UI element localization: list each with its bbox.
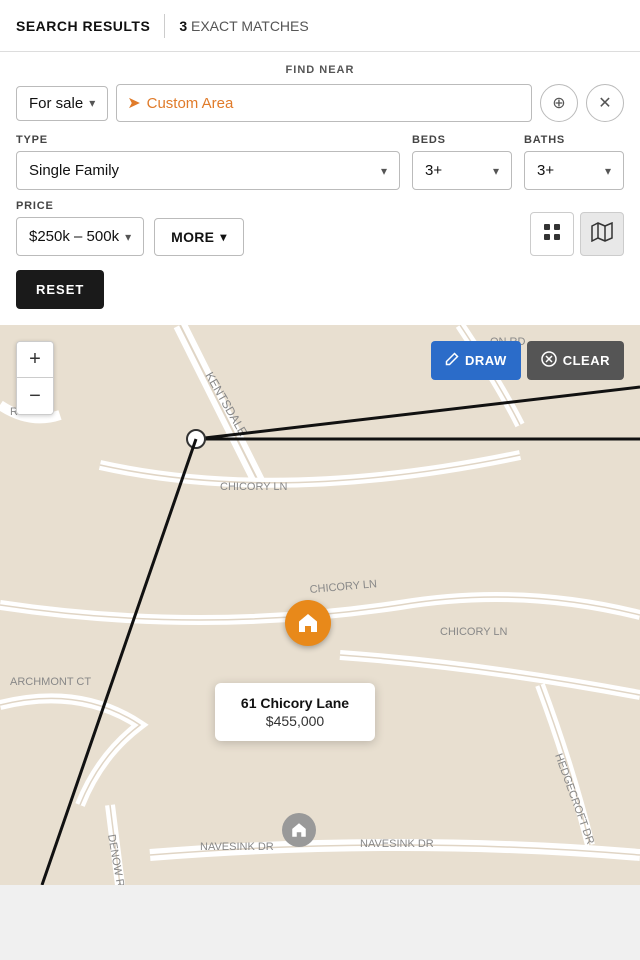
grid-icon: [542, 222, 562, 247]
chevron-down-icon: ▾: [381, 164, 387, 178]
x-circle-icon: [541, 351, 557, 370]
find-near-label: FIND NEAR: [16, 64, 624, 76]
chevron-down-icon: ▾: [125, 230, 131, 244]
price-label: PRICE: [16, 200, 144, 212]
navigation-icon: ➤: [127, 93, 140, 113]
home-icon-bottom[interactable]: [282, 813, 316, 847]
popup-price: $455,000: [231, 713, 359, 729]
baths-dropdown[interactable]: 3+ ▾: [524, 151, 624, 190]
more-filters-button[interactable]: MORE ▾: [154, 218, 244, 256]
price-more-row: PRICE $250k – 500k ▾ MORE ▾: [16, 200, 624, 256]
filters-panel: FIND NEAR For sale ▾ ➤ Custom Area ⊕ ✕ T…: [0, 52, 640, 325]
svg-text:ARCHMONT CT: ARCHMONT CT: [10, 676, 91, 688]
custom-area-button[interactable]: ➤ Custom Area: [116, 84, 532, 122]
pencil-icon: [445, 352, 459, 369]
map-view-button[interactable]: [580, 212, 624, 256]
chevron-down-icon: ▾: [493, 164, 499, 178]
sale-type-dropdown[interactable]: For sale ▾: [16, 86, 108, 121]
zoom-out-button[interactable]: −: [17, 378, 53, 414]
close-area-button[interactable]: ✕: [586, 84, 624, 122]
svg-text:CHICORY LN: CHICORY LN: [440, 626, 508, 638]
header-divider: [164, 14, 165, 38]
price-filter-group: PRICE $250k – 500k ▾: [16, 200, 144, 256]
svg-text:NAVESINK DR: NAVESINK DR: [360, 838, 434, 850]
map-draw-actions: DRAW CLEAR: [431, 341, 624, 380]
baths-filter-group: BATHS 3+ ▾: [524, 134, 624, 190]
clear-button[interactable]: CLEAR: [527, 341, 624, 380]
close-icon: ✕: [598, 93, 611, 113]
popup-address: 61 Chicory Lane: [231, 695, 359, 711]
chevron-down-icon: ▾: [605, 164, 611, 178]
svg-text:CHICORY LN: CHICORY LN: [220, 481, 288, 493]
chevron-down-icon: ▾: [89, 96, 95, 110]
baths-label: BATHS: [524, 134, 624, 146]
type-label: TYPE: [16, 134, 400, 146]
search-results-title: SEARCH RESULTS: [16, 18, 150, 34]
draw-button[interactable]: DRAW: [431, 341, 521, 380]
match-count: 3 EXACT MATCHES: [179, 18, 308, 34]
zoom-in-button[interactable]: +: [17, 342, 53, 378]
find-near-row: For sale ▾ ➤ Custom Area ⊕ ✕: [16, 84, 624, 122]
target-icon: ⊕: [552, 93, 565, 113]
beds-label: BEDS: [412, 134, 512, 146]
beds-filter-group: BEDS 3+ ▾: [412, 134, 512, 190]
property-popup[interactable]: 61 Chicory Lane $455,000: [215, 683, 375, 741]
map-zoom-controls: + −: [16, 341, 54, 415]
grid-view-button[interactable]: [530, 212, 574, 256]
location-target-button[interactable]: ⊕: [540, 84, 578, 122]
chevron-down-icon: ▾: [220, 230, 226, 244]
map-area: KENTSDALE CHICORY LN CHICORY LN CHICORY …: [0, 325, 640, 885]
type-dropdown[interactable]: Single Family ▾: [16, 151, 400, 190]
header: SEARCH RESULTS 3 EXACT MATCHES: [0, 0, 640, 52]
type-beds-baths-row: TYPE Single Family ▾ BEDS 3+ ▾ BATHS 3+ …: [16, 134, 624, 190]
reset-button[interactable]: RESET: [16, 270, 104, 309]
map-icon: [591, 222, 613, 247]
view-toggle: [530, 212, 624, 256]
beds-dropdown[interactable]: 3+ ▾: [412, 151, 512, 190]
marker-icon: [285, 600, 331, 646]
svg-text:NAVESINK DR: NAVESINK DR: [200, 841, 274, 853]
price-dropdown[interactable]: $250k – 500k ▾: [16, 217, 144, 256]
type-filter-group: TYPE Single Family ▾: [16, 134, 400, 190]
property-marker[interactable]: [285, 600, 331, 646]
